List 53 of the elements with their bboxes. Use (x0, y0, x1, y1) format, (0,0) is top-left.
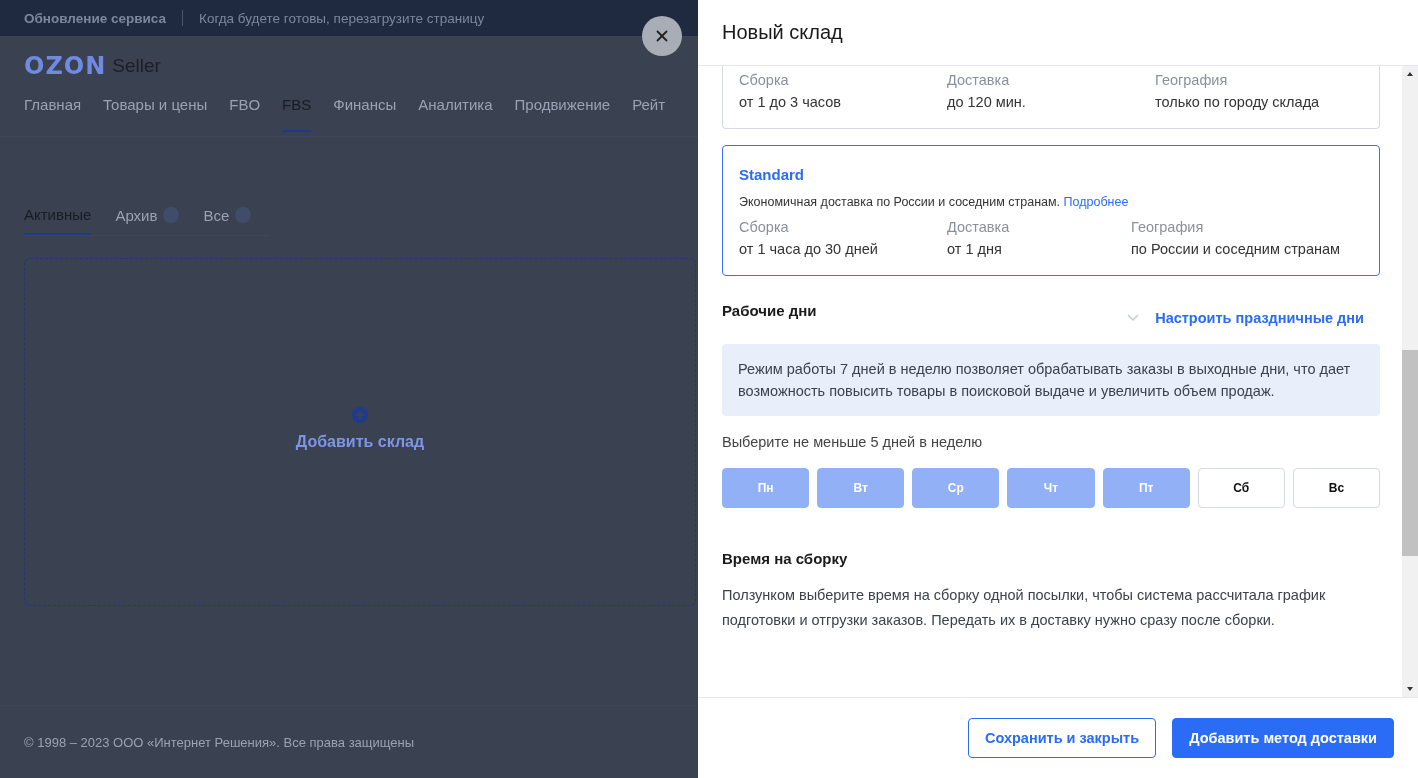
fact-label: Сборка (739, 219, 790, 235)
banner-text: Когда будете готовы, перезагрузите страницу (199, 10, 485, 26)
weekday-toggle[interactable]: Сб (1197, 468, 1285, 508)
fact-value: до 120 мин. (947, 94, 1027, 110)
fact-value: от 1 дня (947, 241, 1003, 257)
close-icon (655, 29, 669, 43)
delivery-method-card[interactable]: Standard Экономичная доставка по России и соседним странам. Подробнее Сборка от 1 часа до 30 дней Доставка от 1 дня География по России и соседним странам (722, 145, 1380, 276)
save-close-button[interactable]: Сохранить и закрыть (967, 718, 1157, 758)
chevron-down-icon (1127, 314, 1140, 322)
fact-label: География (1155, 72, 1229, 88)
holidays-link[interactable]: Настроить праздничные дни (1155, 310, 1364, 326)
filter-tab[interactable]: Архив (115, 201, 180, 235)
section-title: Рабочие дни (722, 302, 817, 319)
fact-value: от 1 часа до 30 дней (739, 241, 879, 257)
nav-tab[interactable]: Финансы (333, 94, 397, 136)
add-warehouse-label: Добавить склад (295, 433, 425, 451)
fact-label: Доставка (947, 72, 1011, 88)
banner-title: Обновление сервиса (24, 10, 167, 26)
nav-tab[interactable]: Товары и цены (103, 94, 208, 136)
info-note: Режим работы 7 дней в неделю позволяет обрабатывать заказы в выходные дни, что дает возможность повысить товары в поисковой выдаче и увеличить объем продаж. (722, 344, 1380, 416)
fact-label: Доставка (947, 219, 1011, 235)
method-description: Экономичная доставка по России и соседним странам. Подробнее (739, 195, 1130, 209)
assembly-description: Ползунком выберите время на сборку одной посылки, чтобы система рассчитала график подготовки и отгрузки заказов. Передать их в доставку нужно сразу после сборки. (722, 586, 1327, 630)
weekday-toggle[interactable]: Вт (817, 468, 905, 508)
weekday-toggle[interactable]: Чт (1007, 468, 1095, 508)
nav-tab[interactable]: Аналитика (418, 94, 493, 136)
logo-wordmark[interactable]: OZON (24, 52, 107, 80)
weekday-toggle[interactable]: Пт (1102, 468, 1190, 508)
add-method-button[interactable]: Добавить метод доставки (1172, 718, 1394, 758)
fact-label: География (1131, 219, 1205, 235)
panel-title: Новый склад (722, 21, 843, 44)
nav-tab[interactable]: FBO (229, 94, 261, 136)
weekday-toggle[interactable]: Пн (722, 468, 810, 508)
fact-value: по России и соседним странам (1131, 241, 1341, 257)
details-link[interactable]: Подробнее (1063, 195, 1129, 209)
weekday-toggle[interactable]: Ср (912, 468, 1000, 508)
fact-label: Сборка (739, 72, 790, 88)
days-hint: Выберите не меньше 5 дней в неделю (722, 434, 984, 450)
fact-value: только по городу склада (1155, 94, 1321, 110)
fact-value: от 1 до 3 часов (739, 94, 842, 110)
delivery-method-card[interactable]: Сборка от 1 до 3 часов Доставка до 120 мин. География только по городу склада (722, 66, 1380, 129)
plus-icon (352, 407, 368, 423)
copyright-text: © 1998 – 2023 ООО «Интернет Решения». Все права защищены (24, 734, 415, 750)
add-warehouse-area[interactable]: Добавить склад (24, 258, 696, 606)
nav-tab[interactable]: Рейт (632, 94, 666, 136)
nav-tab[interactable]: Главная (24, 94, 82, 136)
filter-tab[interactable]: Все (203, 201, 252, 235)
close-button[interactable] (642, 16, 682, 56)
method-name: Standard (739, 166, 805, 183)
scrollbar[interactable] (1402, 66, 1418, 697)
nav-tab[interactable]: Продвижение (514, 94, 611, 136)
section-title: Время на сборку (722, 550, 849, 567)
weekday-toggle[interactable]: Вс (1292, 468, 1380, 508)
